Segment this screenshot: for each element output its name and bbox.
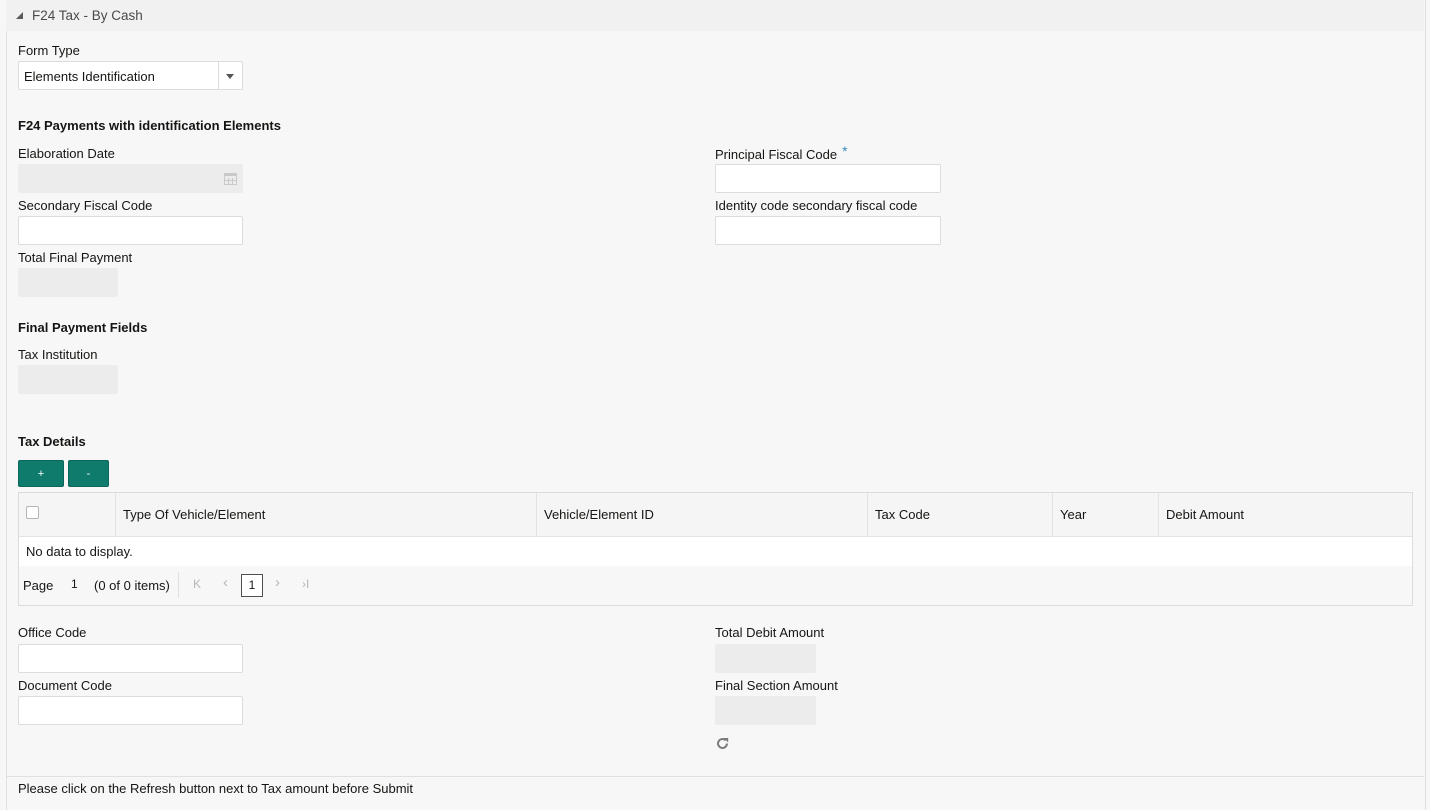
total-final-payment-label: Total Final Payment xyxy=(18,250,133,265)
tax-details-heading: Tax Details xyxy=(18,434,86,449)
select-all-header xyxy=(19,493,116,536)
collapse-triangle-icon[interactable] xyxy=(16,12,23,19)
pager-divider xyxy=(178,572,179,598)
identity-code-input[interactable] xyxy=(715,216,941,245)
secondary-fiscal-code-label: Secondary Fiscal Code xyxy=(18,198,153,213)
refresh-icon[interactable] xyxy=(716,737,729,750)
identification-heading: F24 Payments with identification Element… xyxy=(18,118,281,133)
office-code-input[interactable] xyxy=(18,644,243,673)
select-divider xyxy=(218,62,219,89)
elaboration-date-input xyxy=(18,164,243,193)
section-title: F24 Tax - By Cash xyxy=(32,8,143,23)
prev-page-icon[interactable]: ‹ xyxy=(223,574,228,591)
form-type-label: Form Type xyxy=(18,43,80,58)
identity-code-label: Identity code secondary fiscal code xyxy=(715,198,918,213)
section-header[interactable]: F24 Tax - By Cash xyxy=(6,0,1424,31)
final-payment-heading: Final Payment Fields xyxy=(18,320,148,335)
page: F24 Tax - By Cash Form Type Elements Ide… xyxy=(0,0,1430,810)
principal-fiscal-code-input[interactable] xyxy=(715,164,941,193)
table-pager: Page 1 (0 of 0 items) K ‹ 1 › ›I xyxy=(19,566,1412,605)
secondary-fiscal-code-input[interactable] xyxy=(18,216,243,245)
form-type-selected-value: Elements Identification xyxy=(24,69,155,84)
document-code-input[interactable] xyxy=(18,696,243,725)
empty-table-message: No data to display. xyxy=(26,544,133,559)
last-page-icon[interactable]: ›I xyxy=(302,577,309,591)
column-header-debit-amount[interactable]: Debit Amount xyxy=(1159,493,1412,536)
chevron-down-icon[interactable] xyxy=(226,74,234,79)
final-section-amount-label: Final Section Amount xyxy=(715,678,838,693)
office-code-label: Office Code xyxy=(18,625,87,640)
form-type-select[interactable]: Elements Identification xyxy=(18,61,243,90)
column-header-tax-code[interactable]: Tax Code xyxy=(868,493,1053,536)
total-final-payment-field xyxy=(18,268,118,297)
pager-page-label: Page xyxy=(23,578,54,593)
column-header-type-of-vehicle[interactable]: Type Of Vehicle/Element xyxy=(116,493,537,536)
principal-fiscal-code-label-text: Principal Fiscal Code xyxy=(715,147,838,162)
total-debit-amount-label: Total Debit Amount xyxy=(715,625,825,640)
add-row-button[interactable]: + xyxy=(18,460,64,487)
total-debit-amount-field xyxy=(715,644,816,673)
footer-note: Please click on the Refresh button next … xyxy=(18,781,414,796)
document-code-label: Document Code xyxy=(18,678,112,693)
elaboration-date-label: Elaboration Date xyxy=(18,146,115,161)
next-page-icon[interactable]: › xyxy=(275,574,280,591)
tax-details-table: Type Of Vehicle/Element Vehicle/Element … xyxy=(18,492,1413,606)
column-header-vehicle-id[interactable]: Vehicle/Element ID xyxy=(537,493,868,536)
pager-page-input[interactable]: 1 xyxy=(71,577,78,591)
column-header-year[interactable]: Year xyxy=(1053,493,1159,536)
final-section-amount-field xyxy=(715,696,816,725)
select-all-checkbox[interactable] xyxy=(26,506,39,519)
tax-institution-label: Tax Institution xyxy=(18,347,98,362)
current-page-button[interactable]: 1 xyxy=(241,574,263,597)
footer-divider xyxy=(6,776,1424,777)
calendar-icon xyxy=(224,173,237,185)
first-page-icon[interactable]: K xyxy=(193,577,201,591)
tax-institution-field xyxy=(18,365,118,394)
remove-row-button[interactable]: - xyxy=(68,460,109,487)
table-header: Type Of Vehicle/Element Vehicle/Element … xyxy=(19,493,1412,537)
required-indicator: * xyxy=(842,143,848,159)
principal-fiscal-code-label: Principal Fiscal Code * xyxy=(715,143,848,162)
pager-items-count: (0 of 0 items) xyxy=(94,578,170,593)
